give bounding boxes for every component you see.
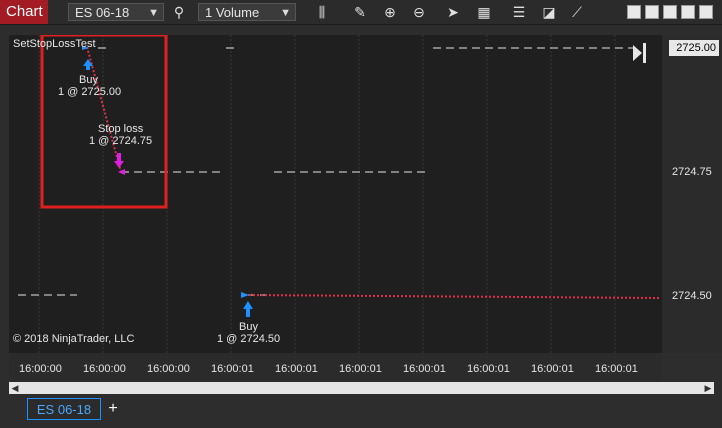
chart-panel[interactable]: SetStopLossTest Buy 1 @ 2725.00 Stop los…: [9, 35, 662, 353]
chart-window-title: Chart: [0, 0, 48, 24]
time-label: 16:00:01: [275, 363, 318, 375]
execution-detail: 1 @ 2724.75: [89, 135, 153, 147]
highlight-box: [40, 35, 168, 209]
time-label: 16:00:01: [531, 363, 574, 375]
execution-detail: 1 @ 2724.50: [217, 333, 281, 345]
interval-selector[interactable]: 1 Volume ▼: [198, 3, 296, 21]
execution-detail: 1 @ 2725.00: [58, 86, 122, 98]
time-label: 16:00:01: [595, 363, 638, 375]
time-label: 16:00:01: [339, 363, 382, 375]
current-price-marker: 2725.00: [669, 40, 719, 56]
price-axis[interactable]: 2725.00 2724.75 2724.50: [662, 35, 722, 353]
pencil-icon[interactable]: ✎: [351, 3, 369, 21]
zoom-in-icon[interactable]: ⊕: [381, 3, 399, 21]
chart-plot: [18, 35, 661, 353]
trade-line-2: [244, 294, 661, 299]
cursor-icon[interactable]: ➤: [444, 3, 462, 21]
search-icon[interactable]: ⚲: [170, 3, 188, 21]
execution-side: Buy: [79, 74, 98, 86]
zoom-out-icon[interactable]: ⊖: [410, 3, 428, 21]
chart-end-marker-icon: [633, 43, 646, 63]
time-axis[interactable]: 16:00:00 16:00:00 16:00:00 16:00:01 16:0…: [9, 353, 662, 381]
price-label: 2724.75: [672, 166, 712, 178]
time-label: 16:00:00: [147, 363, 190, 375]
scroll-right-icon[interactable]: ▶: [702, 382, 714, 394]
tab-es-06-18[interactable]: ES 06-18: [27, 398, 101, 420]
time-label: 16:00:00: [83, 363, 126, 375]
drawing-tools-icon[interactable]: ⟋: [568, 3, 586, 21]
tile-icon[interactable]: [645, 5, 659, 19]
close-button[interactable]: [699, 5, 713, 19]
time-label: 16:00:01: [467, 363, 510, 375]
chevron-down-icon: ▼: [148, 7, 159, 19]
buy-arrow-icon: [241, 292, 253, 317]
time-label: 16:00:01: [211, 363, 254, 375]
time-label: 16:00:00: [19, 363, 62, 375]
chart-toolbar: Chart ES 06-18 ▼ ⚲ 1 Volume ▼ ⫼ ✎ ⊕ ⊖ ➤ …: [0, 0, 722, 25]
restore-icon[interactable]: [627, 5, 641, 19]
chevron-down-icon: ▼: [280, 7, 291, 19]
add-tab-button[interactable]: +: [104, 398, 122, 420]
strategy-label: SetStopLossTest: [13, 38, 96, 50]
copyright-text: © 2018 NinjaTrader, LLC: [13, 333, 135, 345]
minimize-button[interactable]: [663, 5, 677, 19]
candlestick-icon[interactable]: ⫼: [313, 3, 331, 21]
strategies-icon[interactable]: ◪: [540, 3, 558, 21]
time-label: 16:00:01: [403, 363, 446, 375]
execution-side: Buy: [239, 321, 258, 333]
instrument-value: ES 06-18: [75, 5, 130, 20]
price-label: 2724.50: [672, 290, 712, 302]
maximize-button[interactable]: [681, 5, 695, 19]
horizontal-scrollbar[interactable]: ◀ ▶: [9, 382, 714, 394]
data-box-icon[interactable]: ▦: [475, 3, 493, 21]
interval-value: 1 Volume: [205, 5, 260, 20]
scroll-left-icon[interactable]: ◀: [9, 382, 21, 394]
instrument-selector[interactable]: ES 06-18 ▼: [68, 3, 164, 21]
execution-side: Stop loss: [98, 123, 144, 135]
tab-bar: ES 06-18 +: [0, 396, 722, 428]
indicators-icon[interactable]: ☰: [510, 3, 528, 21]
sell-arrow-icon: [114, 153, 125, 175]
